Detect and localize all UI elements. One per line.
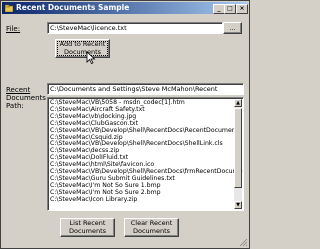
list-recent-documents-button[interactable]: List Recent Documents bbox=[60, 218, 115, 237]
file-label: File: bbox=[6, 25, 21, 33]
recent-path-label-line2: Documents bbox=[6, 94, 46, 102]
recent-path-label: Recent Documents Path: bbox=[6, 86, 46, 110]
maximize-button[interactable]: □ bbox=[224, 4, 236, 14]
add-button-line2: Documents bbox=[63, 48, 102, 56]
list-items: C:\SteveMac\VB\5058 - msdn_codec[1].htm C… bbox=[48, 99, 243, 204]
recent-path-label-line1: Recent bbox=[6, 86, 31, 94]
list-button-line2: Documents bbox=[68, 227, 107, 235]
scroll-thumb[interactable] bbox=[234, 108, 242, 188]
clear-button-line2: Documents bbox=[132, 227, 171, 235]
window-title: Recent Documents Sample bbox=[16, 3, 130, 12]
add-to-recent-button[interactable]: Add to Recent Documents bbox=[55, 39, 110, 58]
recent-path-input[interactable]: C:\Documents and Settings\Steve McMahon\… bbox=[47, 83, 244, 95]
scroll-down-icon[interactable]: ▼ bbox=[234, 201, 242, 209]
browse-button[interactable]: ... bbox=[223, 22, 242, 34]
recent-path-label-line3: Path: bbox=[6, 102, 24, 110]
clear-recent-documents-button[interactable]: Clear Recent Documents bbox=[124, 218, 179, 237]
folder-icon bbox=[5, 4, 13, 12]
list-button-line1: List Recent bbox=[69, 219, 106, 227]
scroll-up-icon[interactable]: ▲ bbox=[234, 99, 242, 107]
add-button-line1: Add to Recent bbox=[59, 40, 106, 48]
arrow-cursor-icon bbox=[86, 51, 96, 64]
list-item[interactable]: C:\SteveMac\Icon Library.zip bbox=[48, 196, 233, 204]
vertical-scrollbar[interactable]: ▲ ▼ bbox=[234, 99, 242, 209]
title-bar[interactable]: Recent Documents Sample _ □ × bbox=[2, 2, 248, 14]
resize-grip-icon[interactable] bbox=[238, 237, 248, 247]
clear-button-line1: Clear Recent bbox=[130, 219, 173, 227]
file-input[interactable]: C:\SteveMac\licence.txt bbox=[47, 22, 223, 34]
main-window: Recent Documents Sample _ □ × File: C:\S… bbox=[0, 0, 250, 249]
recent-documents-list[interactable]: C:\SteveMac\VB\5058 - msdn_codec[1].htm C… bbox=[47, 97, 244, 211]
close-button[interactable]: × bbox=[236, 4, 248, 14]
